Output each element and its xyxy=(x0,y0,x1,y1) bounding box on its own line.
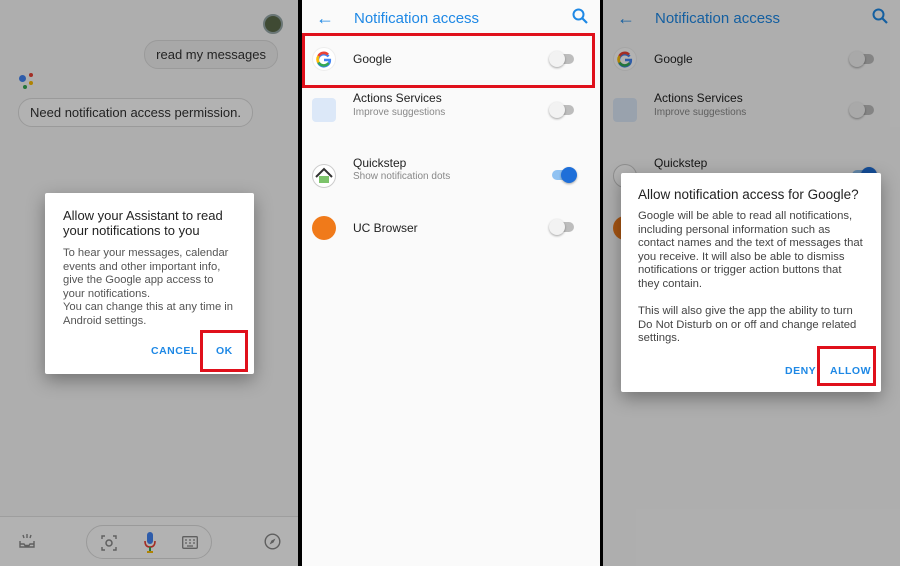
actions-services-toggle[interactable] xyxy=(549,102,574,118)
app-name: Quickstep xyxy=(353,156,407,170)
google-highlight-box xyxy=(302,33,595,88)
list-item[interactable]: Quickstep Show notification dots xyxy=(302,150,600,214)
app-subtitle: Improve suggestions xyxy=(353,107,446,118)
quickstep-icon xyxy=(312,164,336,188)
dialog-body: Google will be able to read all notifica… xyxy=(638,210,863,345)
notification-access-confirm-panel: ← Notification access Google Actions Ser… xyxy=(603,0,900,566)
search-icon[interactable] xyxy=(572,8,588,24)
list-item[interactable]: UC Browser xyxy=(302,214,600,244)
actions-services-icon xyxy=(312,98,336,122)
assistant-panel: read my messages Need notification acces… xyxy=(0,0,298,566)
cancel-button[interactable]: CANCEL xyxy=(151,345,198,357)
deny-button[interactable]: DENY xyxy=(785,365,816,377)
dialog-body: To hear your messages, calendar events a… xyxy=(63,247,233,327)
app-subtitle: Show notification dots xyxy=(353,171,451,182)
list-item[interactable]: Actions Services Improve suggestions xyxy=(302,88,600,150)
uc-browser-toggle[interactable] xyxy=(549,219,574,235)
page-title: Notification access xyxy=(354,10,480,27)
ok-highlight-box xyxy=(200,330,248,372)
back-arrow-icon[interactable]: ← xyxy=(316,8,334,29)
uc-browser-icon xyxy=(312,216,336,240)
notification-access-panel: ← Notification access Google Actions Ser… xyxy=(302,0,600,566)
app-name: UC Browser xyxy=(353,221,418,235)
dialog-title: Allow notification access for Google? xyxy=(638,187,859,202)
quickstep-toggle[interactable] xyxy=(552,167,577,183)
dialog-title: Allow your Assistant to read your notifi… xyxy=(63,208,223,238)
app-name: Actions Services xyxy=(353,91,442,105)
allow-highlight-box xyxy=(817,346,876,386)
